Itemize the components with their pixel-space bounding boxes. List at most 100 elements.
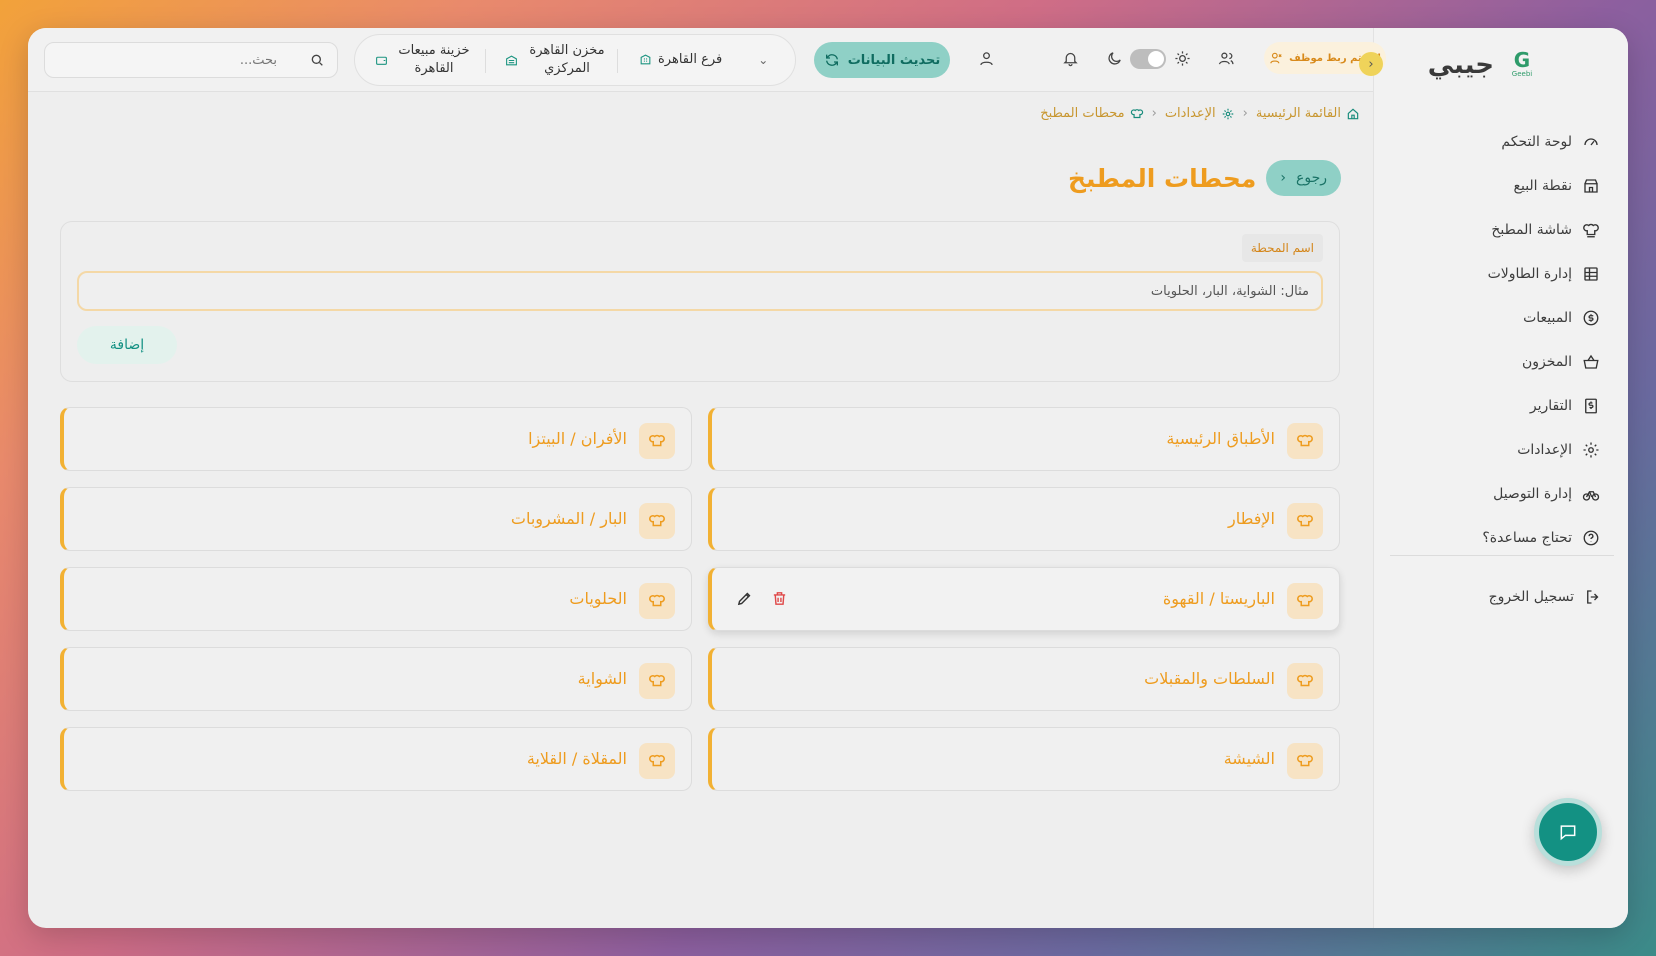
breadcrumb-home[interactable]: القائمة الرئيسية — [1256, 106, 1360, 121]
station-name: الشواية — [577, 669, 627, 688]
help-circle-icon — [1583, 530, 1599, 546]
station-name: الشيشة — [1223, 749, 1275, 768]
logout-icon — [1587, 590, 1599, 604]
context-divider — [617, 49, 618, 73]
add-station-button[interactable]: إضافة — [77, 326, 177, 364]
station-card[interactable]: المقلاة / القلاية — [60, 727, 692, 791]
brand-name: جيبي — [1427, 50, 1494, 80]
station-card[interactable]: البار / المشروبات — [60, 487, 692, 551]
station-card[interactable]: الأطباق الرئيسية — [708, 407, 1340, 471]
sidebar-collapse-button[interactable]: ‹ — [1359, 52, 1383, 76]
station-icon — [639, 743, 675, 779]
chef-hat-icon — [1297, 594, 1313, 607]
station-icon — [1287, 743, 1323, 779]
chef-hat-icon — [1130, 108, 1143, 118]
sidebar-item-kitchen-screen[interactable]: شاشة المطبخ — [1387, 208, 1602, 252]
station-card[interactable]: الباريستا / القهوة — [708, 567, 1340, 631]
bell-icon — [1062, 52, 1078, 66]
wallet-icon — [376, 56, 387, 65]
branch-selector[interactable]: ⌄ فرع القاهرة — [639, 52, 768, 67]
station-icon — [1287, 423, 1323, 459]
sidebar-item-dashboard[interactable]: لوحة التحكم — [1387, 120, 1602, 164]
sidebar-item-label: نقطة البيع — [1513, 178, 1572, 194]
refresh-icon — [825, 54, 838, 66]
station-name: الباريستا / القهوة — [1162, 589, 1275, 608]
sidebar-item-label: إدارة التوصيل — [1493, 486, 1572, 502]
treasury-selector[interactable]: خزينة مبيعات القاهرة — [375, 42, 474, 78]
station-name: السلطات والمقبلات — [1144, 669, 1275, 688]
warehouse-selector[interactable]: مخزن القاهرة المركزي — [505, 42, 610, 78]
sidebar-item-inventory[interactable]: المخزون — [1387, 340, 1602, 384]
chevron-left-icon: ‹ — [1151, 106, 1157, 121]
station-name-label: اسم المحطة — [1241, 234, 1323, 262]
brand[interactable]: G Geebi جيبي — [1428, 50, 1536, 80]
treasury-label: خزينة مبيعات القاهرة — [398, 43, 470, 76]
sidebar-item-label: تحتاج مساعدة؟ — [1482, 530, 1572, 546]
trash-icon — [773, 592, 786, 605]
gear-icon — [1583, 442, 1599, 458]
users-button[interactable] — [1216, 48, 1236, 68]
edit-station-button[interactable] — [736, 590, 753, 611]
building-icon — [640, 54, 651, 65]
station-card[interactable]: السلطات والمقبلات — [708, 647, 1340, 711]
chef-hat-icon — [649, 514, 665, 527]
search-icon — [311, 54, 323, 66]
station-icon — [1287, 583, 1323, 619]
sidebar-item-help[interactable]: تحتاج مساعدة؟ — [1387, 516, 1602, 560]
delete-station-button[interactable] — [771, 590, 788, 611]
app-window: G Geebi جيبي لوحة التحكم نقطة البيع شاشة… — [28, 28, 1628, 928]
sidebar-item-label: لوحة التحكم — [1501, 134, 1572, 150]
breadcrumb-settings[interactable]: الإعدادات — [1165, 106, 1235, 121]
station-name: البار / المشروبات — [510, 509, 627, 528]
sidebar-item-delivery[interactable]: إدارة التوصيل — [1387, 472, 1602, 516]
chat-button[interactable] — [1534, 798, 1602, 866]
chef-hat-icon — [1297, 514, 1313, 527]
station-card[interactable]: الإفطار — [708, 487, 1340, 551]
station-card[interactable]: الشيشة — [708, 727, 1340, 791]
chevron-left-icon: ‹ — [1368, 56, 1374, 72]
gauge-icon — [1584, 138, 1598, 146]
theme-toggle[interactable] — [1130, 49, 1166, 69]
search-input[interactable] — [57, 52, 277, 68]
sidebar-item-label: إدارة الطاولات — [1487, 266, 1572, 282]
station-card[interactable]: الحلويات — [60, 567, 692, 631]
station-icon — [1287, 503, 1323, 539]
breadcrumb: القائمة الرئيسية ‹ الإعدادات ‹ محطات الم… — [1040, 106, 1360, 121]
sidebar-item-label: الإعدادات — [1517, 442, 1572, 458]
refresh-data-button[interactable]: تحديث البيانات — [814, 42, 950, 78]
back-button[interactable]: رجوع ‹ — [1266, 160, 1341, 196]
topbar: خزينة مبيعات القاهرة مخزن القاهرة المركز… — [28, 28, 1386, 92]
profile-button[interactable] — [976, 48, 996, 68]
brand-logo: G Geebi — [1511, 48, 1533, 78]
breadcrumb-current: محطات المطبخ — [1040, 106, 1143, 121]
table-icon — [1584, 267, 1598, 281]
refresh-label: تحديث البيانات — [847, 52, 941, 68]
station-card[interactable]: الأفران / البيتزا — [60, 407, 692, 471]
context-divider — [485, 49, 486, 73]
chef-hat-icon — [1297, 434, 1313, 447]
sidebar-item-sales[interactable]: المبيعات — [1387, 296, 1602, 340]
station-name: الحلويات — [569, 589, 627, 608]
station-actions — [736, 590, 788, 611]
breadcrumb-settings-label: الإعدادات — [1164, 106, 1216, 121]
user-x-icon — [1270, 52, 1282, 64]
basket-icon — [1583, 354, 1599, 369]
chef-hat-icon — [649, 434, 665, 447]
sidebar-item-settings[interactable]: الإعدادات — [1387, 428, 1602, 472]
sidebar-item-pos[interactable]: نقطة البيع — [1387, 164, 1602, 208]
sidebar-nav: لوحة التحكم نقطة البيع شاشة المطبخ إدارة… — [1387, 120, 1602, 560]
station-card[interactable]: الشواية — [60, 647, 692, 711]
sidebar-item-reports[interactable]: التقارير — [1387, 384, 1602, 428]
logout-button[interactable]: تسجيل الخروج — [1489, 588, 1602, 606]
back-label: رجوع — [1295, 170, 1327, 186]
station-name-input[interactable] — [77, 271, 1323, 311]
warehouse-label: مخزن القاهرة المركزي — [529, 43, 605, 76]
page-title: محطات المطبخ — [1068, 163, 1257, 193]
breadcrumb-home-label: القائمة الرئيسية — [1255, 106, 1341, 121]
notifications-button[interactable] — [1060, 48, 1080, 68]
sidebar-item-tables[interactable]: إدارة الطاولات — [1387, 252, 1602, 296]
moon-icon — [1107, 51, 1121, 65]
chevron-left-icon: ‹ — [1242, 106, 1248, 121]
chef-hat-icon — [1297, 674, 1313, 687]
sidebar-item-label: المخزون — [1521, 354, 1572, 370]
